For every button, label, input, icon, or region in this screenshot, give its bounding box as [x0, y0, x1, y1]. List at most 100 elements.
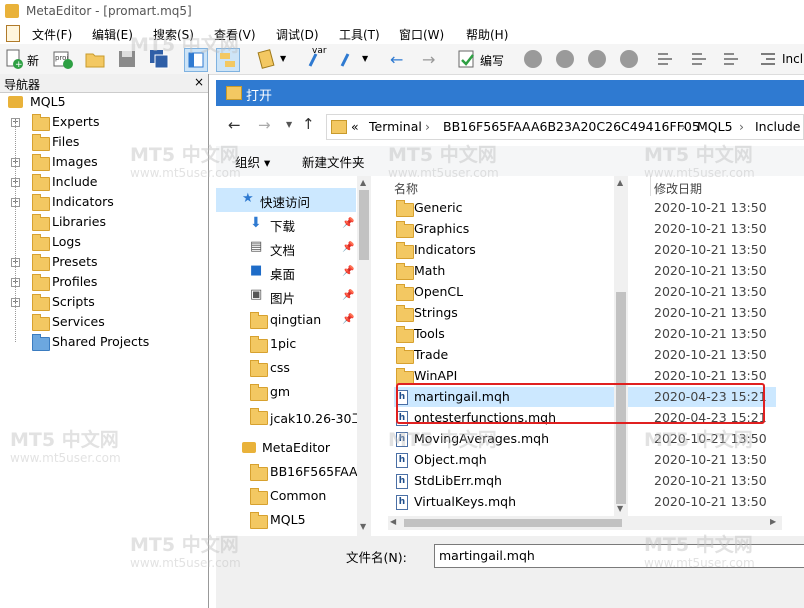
metaeditor-item[interactable]: MQL5: [216, 508, 366, 532]
quick-access-item[interactable]: ■ 桌面 📌: [216, 260, 366, 284]
breadcrumb-include[interactable]: Include: [755, 119, 801, 134]
quick-access-item[interactable]: jcak10.26-30工: [216, 404, 366, 428]
quick-access-item[interactable]: ▣ 图片 📌: [216, 284, 366, 308]
file-row[interactable]: h VirtualKeys.mqh 2020-10-21 13:50: [394, 492, 776, 512]
scroll-down-icon[interactable]: ▼: [617, 504, 623, 513]
file-row[interactable]: OpenCL 2020-10-21 13:50: [394, 282, 776, 302]
left-pane-scrollbar[interactable]: ▲ ▼: [357, 176, 371, 536]
styler-icon[interactable]: [256, 48, 278, 70]
file-row[interactable]: h MovingAverages.mqh 2020-10-21 13:50: [394, 429, 776, 449]
chevron-right-icon[interactable]: ›: [425, 119, 430, 134]
file-list-scrollbar[interactable]: ▲ ▼: [614, 176, 628, 516]
quick-access-item[interactable]: ▤ 文档 📌: [216, 236, 366, 260]
save-all-icon[interactable]: [148, 48, 170, 70]
pin-icon[interactable]: 📌: [342, 266, 354, 277]
horizontal-scrollbar[interactable]: ◀ ▶: [388, 516, 782, 530]
file-row[interactable]: Graphics 2020-10-21 13:50: [394, 219, 776, 239]
menu-window[interactable]: 窗口(W): [399, 26, 444, 43]
chevron-right-icon[interactable]: ›: [739, 119, 744, 134]
forward-arrow-icon[interactable]: →: [422, 50, 435, 69]
breadcrumb-mql5[interactable]: MQL5: [697, 119, 733, 134]
nav-item-files[interactable]: Files: [0, 132, 200, 152]
open-folder-icon[interactable]: [84, 48, 106, 70]
play-icon[interactable]: [556, 50, 574, 68]
nav-root[interactable]: MQL5: [0, 92, 200, 112]
file-row[interactable]: Indicators 2020-10-21 13:50: [394, 240, 776, 260]
nav-item-images[interactable]: + Images: [0, 152, 200, 172]
document-icon[interactable]: [6, 25, 20, 42]
back-icon[interactable]: ←: [228, 116, 241, 134]
navigator-toggle-icon[interactable]: [184, 48, 208, 72]
history-dropdown-icon[interactable]: ▼: [286, 120, 292, 129]
menu-debug[interactable]: 调试(D): [276, 26, 319, 43]
organize-button[interactable]: 组织 ▾: [235, 152, 270, 171]
pin-icon[interactable]: 📌: [342, 242, 354, 253]
include-label[interactable]: Include: [782, 52, 804, 66]
step-out-icon[interactable]: [720, 48, 742, 70]
menu-file[interactable]: 文件(F): [32, 26, 72, 43]
new-project-icon[interactable]: proj: [52, 48, 74, 70]
compile-label[interactable]: 编写: [480, 52, 504, 69]
chevron-right-icon[interactable]: ›: [681, 119, 686, 134]
nav-item-presets[interactable]: + Presets: [0, 252, 200, 272]
indent-icon[interactable]: [758, 48, 780, 70]
menu-search[interactable]: 搜索(S): [153, 26, 194, 43]
compile-icon[interactable]: [456, 48, 478, 70]
pause-icon[interactable]: [588, 50, 606, 68]
menu-edit[interactable]: 编辑(E): [92, 26, 133, 43]
menu-tools[interactable]: 工具(T): [339, 26, 380, 43]
nav-item-include[interactable]: + Include: [0, 172, 200, 192]
metaeditor-item[interactable]: BB16F565FAAA: [216, 460, 367, 484]
toolbox-toggle-icon[interactable]: [216, 48, 240, 72]
breadcrumb-terminal-id[interactable]: BB16F565FAAA6B23A20C26C49416FF05: [443, 119, 700, 134]
quick-access[interactable]: ★ 快速访问: [216, 188, 356, 212]
column-name[interactable]: 名称: [394, 180, 418, 197]
quick-access-item[interactable]: gm: [216, 380, 366, 404]
nav-item-indicators[interactable]: + Indicators: [0, 192, 200, 212]
scroll-down-icon[interactable]: ▼: [360, 522, 366, 531]
scroll-left-icon[interactable]: ◀: [390, 517, 396, 526]
nav-item-scripts[interactable]: + Scripts: [0, 292, 200, 312]
back-arrow-icon[interactable]: ←: [390, 50, 403, 69]
stop-icon[interactable]: [620, 50, 638, 68]
breadcrumb[interactable]: « Terminal › BB16F565FAAA6B23A20C26C4941…: [326, 114, 804, 140]
breadcrumb-overflow[interactable]: «: [351, 119, 359, 134]
pin-icon[interactable]: 📌: [342, 290, 354, 301]
file-row[interactable]: h StdLibErr.mqh 2020-10-21 13:50: [394, 471, 776, 491]
file-row[interactable]: Math 2020-10-21 13:50: [394, 261, 776, 281]
nav-item-logs[interactable]: Logs: [0, 232, 200, 252]
column-modified[interactable]: 修改日期: [654, 180, 702, 197]
step-over-icon[interactable]: [688, 48, 710, 70]
pin-icon[interactable]: 📌: [342, 314, 354, 325]
nav-item-shared-projects[interactable]: Shared Projects: [0, 332, 200, 352]
filename-input[interactable]: martingail.mqh: [434, 544, 804, 568]
menu-view[interactable]: 查看(V): [214, 26, 256, 43]
new-label[interactable]: 新: [27, 52, 39, 69]
new-folder-button[interactable]: 新建文件夹: [302, 152, 365, 171]
metaeditor-item[interactable]: Common: [216, 484, 366, 508]
scroll-thumb[interactable]: [404, 519, 622, 527]
new-file-icon[interactable]: +: [4, 48, 26, 70]
scroll-right-icon[interactable]: ▶: [770, 517, 776, 526]
nav-item-libraries[interactable]: Libraries: [0, 212, 200, 232]
nav-item-experts[interactable]: + Experts: [0, 112, 200, 132]
file-row[interactable]: Tools 2020-10-21 13:50: [394, 324, 776, 344]
metaeditor-node[interactable]: MetaEditor: [216, 436, 366, 460]
save-icon[interactable]: [116, 48, 138, 70]
dropdown-arrow-icon[interactable]: ▼: [362, 54, 368, 63]
breadcrumb-terminal[interactable]: Terminal: [369, 119, 422, 134]
debug-start-icon[interactable]: [524, 50, 542, 68]
quick-access-item[interactable]: ⬇ 下载 📌: [216, 212, 366, 236]
scroll-up-icon[interactable]: ▲: [360, 178, 366, 187]
nav-item-profiles[interactable]: + Profiles: [0, 272, 200, 292]
file-row[interactable]: Generic 2020-10-21 13:50: [394, 198, 776, 218]
file-row[interactable]: Trade 2020-10-21 13:50: [394, 345, 776, 365]
forward-icon[interactable]: →: [258, 116, 271, 134]
nav-item-services[interactable]: Services: [0, 312, 200, 332]
scroll-thumb[interactable]: [359, 190, 369, 260]
file-row[interactable]: Strings 2020-10-21 13:50: [394, 303, 776, 323]
pin-icon[interactable]: 📌: [342, 218, 354, 229]
insert-function-icon[interactable]: [336, 48, 358, 70]
quick-access-item[interactable]: css: [216, 356, 366, 380]
menu-help[interactable]: 帮助(H): [466, 26, 508, 43]
